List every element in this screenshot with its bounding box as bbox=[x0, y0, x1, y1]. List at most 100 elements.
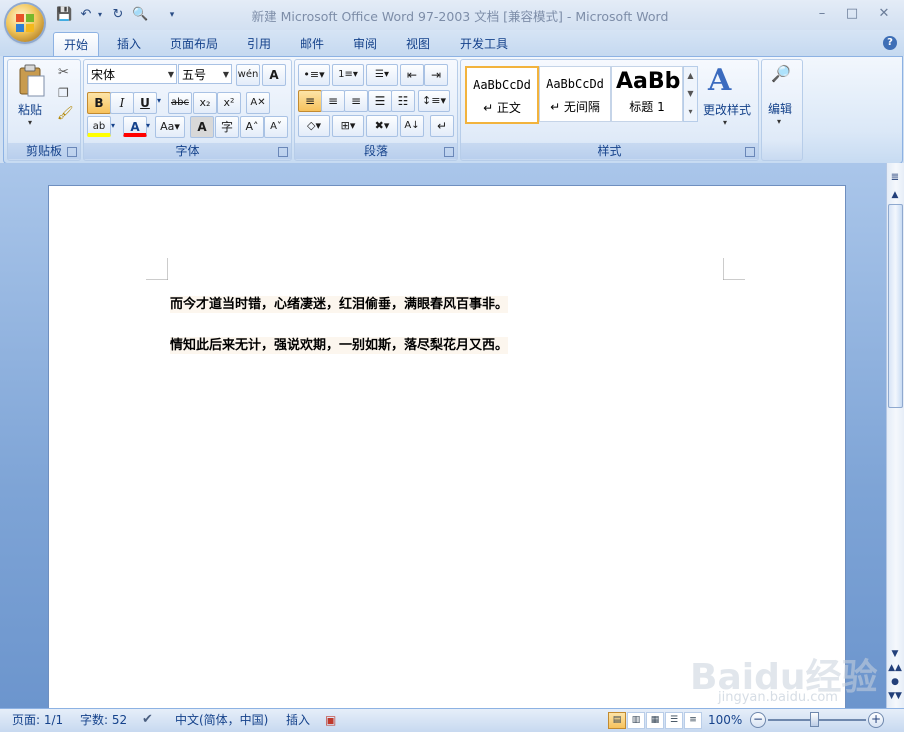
change-styles-icon[interactable]: A bbox=[708, 63, 731, 98]
enclose-characters-icon[interactable]: 字 bbox=[215, 116, 239, 138]
tab-review[interactable]: 审阅 bbox=[344, 32, 386, 56]
grow-font-icon[interactable]: A˄ bbox=[240, 116, 264, 138]
close-button[interactable]: ✕ bbox=[870, 4, 898, 24]
customize-qat-icon[interactable]: ▾ bbox=[164, 7, 180, 23]
draft-view-icon[interactable]: ≡ bbox=[684, 712, 702, 729]
paste-dropdown-icon[interactable]: ▾ bbox=[28, 118, 32, 127]
scrollbar-thumb[interactable] bbox=[888, 204, 903, 408]
align-right-icon[interactable]: ≡ bbox=[344, 90, 368, 112]
highlight-dropdown-icon[interactable]: ▾ bbox=[111, 121, 115, 130]
cut-icon[interactable]: ✂ bbox=[58, 65, 69, 80]
insert-mode-indicator[interactable]: 插入 bbox=[286, 712, 310, 728]
italic-icon[interactable]: I bbox=[110, 92, 134, 114]
dialog-launcher-icon[interactable] bbox=[444, 147, 454, 157]
binoculars-icon[interactable]: 🔎 bbox=[771, 64, 791, 83]
change-styles-label[interactable]: 更改样式 bbox=[703, 101, 751, 118]
paste-label[interactable]: 粘贴 bbox=[18, 101, 42, 118]
zoom-level[interactable]: 100% bbox=[708, 712, 742, 728]
dialog-launcher-icon[interactable] bbox=[278, 147, 288, 157]
scroll-up-icon[interactable]: ▲ bbox=[887, 188, 903, 202]
next-page-icon[interactable]: ▼▼ bbox=[887, 689, 903, 703]
scroll-down-icon[interactable]: ▼ bbox=[887, 647, 903, 661]
line-spacing-icon[interactable]: ↕≡▾ bbox=[418, 90, 450, 112]
print-layout-view-icon[interactable]: ▤ bbox=[608, 712, 626, 729]
highlight-icon[interactable]: ab bbox=[87, 116, 111, 137]
dialog-launcher-icon[interactable] bbox=[67, 147, 77, 157]
undo-dropdown-icon[interactable]: ▾ bbox=[92, 7, 108, 23]
change-styles-dropdown-icon[interactable]: ▾ bbox=[723, 118, 727, 127]
font-color-dropdown-icon[interactable]: ▾ bbox=[146, 121, 150, 130]
multilevel-list-icon[interactable]: ☰▾ bbox=[366, 64, 398, 86]
distributed-icon[interactable]: ☷ bbox=[391, 90, 415, 112]
redo-icon[interactable]: ↻ bbox=[110, 7, 126, 23]
macro-record-icon[interactable]: ▣ bbox=[325, 712, 336, 728]
word-count[interactable]: 字数: 52 bbox=[80, 712, 127, 728]
save-icon[interactable]: 💾 bbox=[56, 7, 72, 23]
paste-icon[interactable] bbox=[16, 64, 48, 100]
editing-dropdown-icon[interactable]: ▾ bbox=[777, 117, 781, 126]
office-button[interactable] bbox=[6, 4, 44, 42]
tab-mailings[interactable]: 邮件 bbox=[291, 32, 333, 56]
page-count[interactable]: 页面: 1/1 bbox=[12, 712, 63, 728]
clear-formatting-icon[interactable]: A✕ bbox=[246, 92, 270, 114]
decrease-indent-icon[interactable]: ⇤ bbox=[400, 64, 424, 86]
change-case-icon[interactable]: Aa▾ bbox=[155, 116, 185, 138]
shading-icon[interactable]: ◇▾ bbox=[298, 115, 330, 137]
styles-scroll[interactable]: ▲ ▼ ▾ bbox=[683, 66, 698, 122]
web-layout-view-icon[interactable]: ▦ bbox=[646, 712, 664, 729]
chinese-layout-icon[interactable]: ✖▾ bbox=[366, 115, 398, 137]
font-name-combo[interactable]: 宋体 ▼ bbox=[87, 64, 177, 84]
font-color-icon[interactable]: A bbox=[123, 116, 147, 137]
numbering-icon[interactable]: 1≡▾ bbox=[332, 64, 364, 86]
strikethrough-icon[interactable]: abc bbox=[168, 92, 192, 114]
tab-home[interactable]: 开始 bbox=[53, 32, 99, 57]
zoom-slider-knob[interactable] bbox=[810, 712, 819, 727]
ruler-toggle-icon[interactable]: ≣ bbox=[887, 171, 903, 185]
borders-icon[interactable]: ⊞▾ bbox=[332, 115, 364, 137]
character-shading-icon[interactable]: A bbox=[190, 116, 214, 138]
previous-page-icon[interactable]: ▲▲ bbox=[887, 661, 903, 675]
zoom-out-icon[interactable]: − bbox=[750, 712, 766, 728]
shrink-font-icon[interactable]: A˅ bbox=[264, 116, 288, 138]
style-sample: AaBb bbox=[616, 69, 681, 94]
style-normal[interactable]: AaBbCcDd ↵ 正文 bbox=[465, 66, 539, 124]
editing-label[interactable]: 编辑 bbox=[768, 100, 792, 117]
underline-icon[interactable]: U bbox=[133, 92, 157, 114]
subscript-icon[interactable]: x₂ bbox=[193, 92, 217, 114]
copy-icon[interactable]: ❐ bbox=[58, 86, 69, 100]
tab-view[interactable]: 视图 bbox=[397, 32, 439, 56]
sort-icon[interactable]: A↓ bbox=[400, 115, 424, 137]
font-size-combo[interactable]: 五号 ▼ bbox=[178, 64, 232, 84]
language-indicator[interactable]: 中文(简体，中国) bbox=[175, 712, 268, 728]
restore-button[interactable]: □ bbox=[838, 4, 866, 24]
align-center-icon[interactable]: ≡ bbox=[321, 90, 345, 112]
minimize-button[interactable]: – bbox=[808, 4, 836, 24]
underline-dropdown-icon[interactable]: ▾ bbox=[157, 96, 161, 105]
tab-developer[interactable]: 开发工具 bbox=[452, 32, 516, 56]
proofing-icon[interactable]: ✔ bbox=[142, 712, 153, 728]
show-marks-icon[interactable]: ↵ bbox=[430, 115, 454, 137]
help-icon[interactable]: ? bbox=[883, 36, 897, 50]
superscript-icon[interactable]: x² bbox=[217, 92, 241, 114]
align-left-icon[interactable]: ≡ bbox=[298, 90, 322, 112]
outline-view-icon[interactable]: ☰ bbox=[665, 712, 683, 729]
zoom-in-icon[interactable]: + bbox=[868, 712, 884, 728]
document-text-line[interactable]: 而今才道当时错，心绪凄迷，红泪偷垂，满眼春风百事非。 bbox=[170, 296, 509, 313]
dialog-launcher-icon[interactable] bbox=[745, 147, 755, 157]
tab-page-layout[interactable]: 页面布局 bbox=[162, 32, 226, 56]
increase-indent-icon[interactable]: ⇥ bbox=[424, 64, 448, 86]
bold-icon[interactable]: B bbox=[87, 92, 111, 114]
print-preview-icon[interactable]: 🔍 bbox=[132, 7, 148, 23]
full-screen-reading-view-icon[interactable]: ▥ bbox=[627, 712, 645, 729]
style-heading-1[interactable]: AaBb 标题 1 bbox=[611, 66, 683, 122]
style-no-spacing[interactable]: AaBbCcDd ↵ 无间隔 bbox=[539, 66, 611, 122]
tab-insert[interactable]: 插入 bbox=[108, 32, 150, 56]
phonetic-guide-icon[interactable]: wén bbox=[236, 64, 260, 86]
justify-icon[interactable]: ☰ bbox=[368, 90, 392, 112]
bullets-icon[interactable]: •≡▾ bbox=[298, 64, 330, 86]
document-text-line[interactable]: 情知此后来无计，强说欢期，一别如斯，落尽梨花月又西。 bbox=[170, 337, 509, 354]
character-border-icon[interactable]: A bbox=[262, 64, 286, 86]
tab-references[interactable]: 引用 bbox=[238, 32, 280, 56]
format-painter-icon[interactable]: 🖌 bbox=[57, 106, 74, 121]
select-browse-object-icon[interactable]: ● bbox=[887, 675, 903, 689]
